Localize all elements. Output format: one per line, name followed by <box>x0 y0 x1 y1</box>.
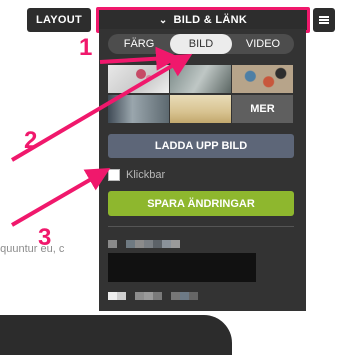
annotation-number-3: 3 <box>38 224 52 251</box>
annotation-arrow-1 <box>99 46 180 71</box>
annotation-arrows <box>10 46 193 227</box>
annotation-number-1: 1 <box>79 34 93 61</box>
annotation-number-2: 2 <box>24 127 38 154</box>
annotation-arrow-2 <box>10 53 193 162</box>
annotation-arrow-3 <box>10 167 111 227</box>
